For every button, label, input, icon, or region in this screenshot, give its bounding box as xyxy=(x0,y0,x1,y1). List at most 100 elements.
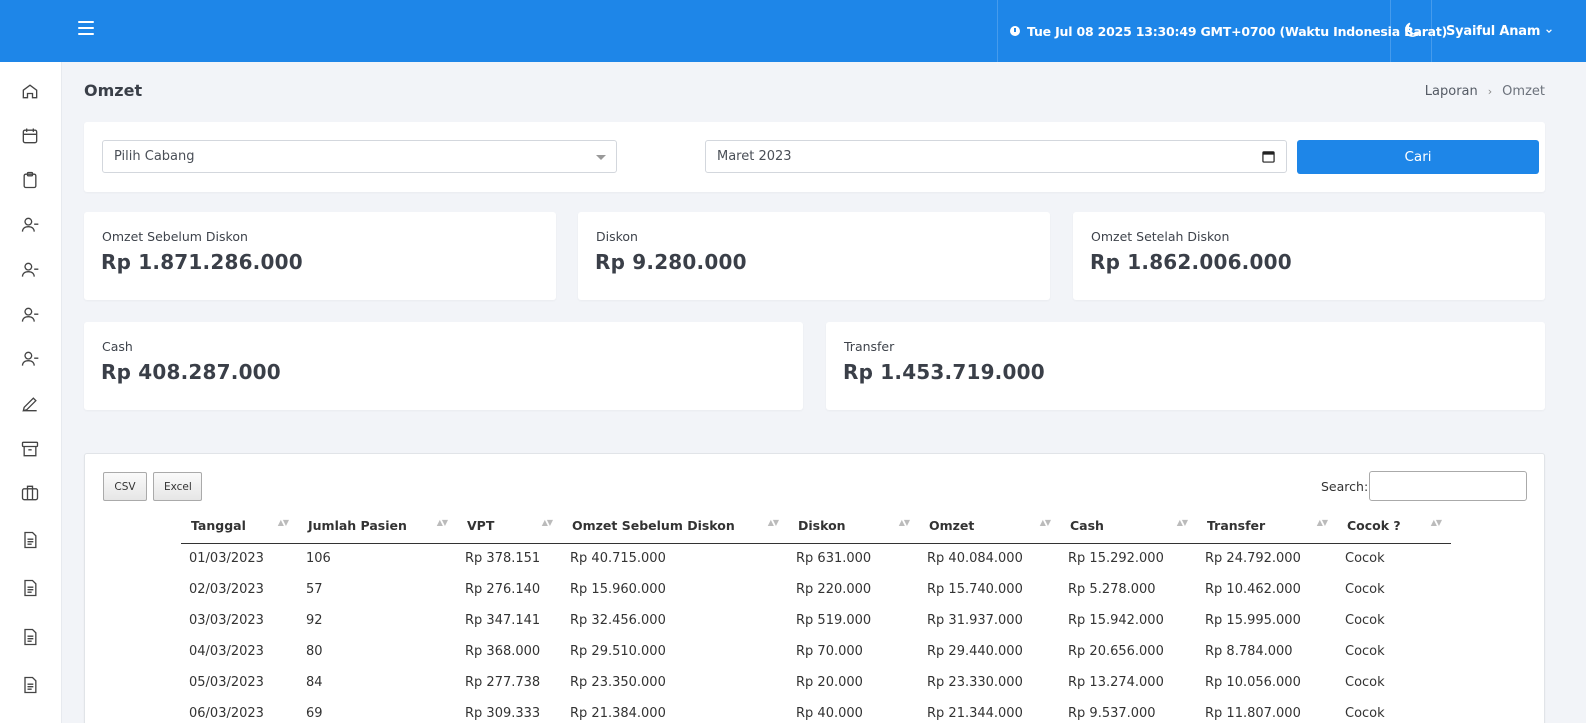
stat-value: Rp 1.453.719.000 xyxy=(843,360,1045,384)
cell-transfer: Rp 24.792.000 xyxy=(1205,551,1301,567)
stat-card-omzet-sebelum-diskon: Omzet Sebelum Diskon Rp 1.871.286.000 xyxy=(84,212,556,300)
cell-diskon: Rp 220.000 xyxy=(796,582,872,597)
archive-icon[interactable] xyxy=(20,439,40,459)
current-datetime: Tue Jul 08 2025 13:30:49 GMT+0700 (Waktu… xyxy=(1010,0,1447,62)
sort-icon: ▲▼ xyxy=(1316,518,1328,527)
navbar-divider xyxy=(1390,0,1391,62)
user-menu[interactable]: Syaiful Anam xyxy=(1446,0,1553,62)
column-header-tanggal[interactable]: Tanggal ▲▼ xyxy=(181,512,298,544)
pencil-icon[interactable] xyxy=(20,394,40,414)
column-header-omzet[interactable]: Omzet ▲▼ xyxy=(919,512,1060,544)
document-icon[interactable] xyxy=(20,530,40,550)
cell-vpt: Rp 347.141 xyxy=(465,613,541,628)
column-label: VPT xyxy=(467,518,495,533)
sort-icon: ▲▼ xyxy=(277,518,289,527)
cell-jumlah-pasien: 69 xyxy=(306,706,323,721)
cell-cash: Rp 9.537.000 xyxy=(1068,706,1156,721)
stat-card-omzet-setelah-diskon: Omzet Setelah Diskon Rp 1.862.006.000 xyxy=(1073,212,1545,300)
cell-omzet: Rp 31.937.000 xyxy=(927,613,1023,628)
chevron-down-icon xyxy=(1546,29,1553,34)
navbar-divider xyxy=(1431,0,1432,62)
cell-jumlah-pasien: 57 xyxy=(306,582,323,597)
branch-select[interactable]: Pilih Cabang xyxy=(102,140,617,173)
clipboard-icon[interactable] xyxy=(20,170,40,190)
column-header-omzet-sebelum-diskon[interactable]: Omzet Sebelum Diskon ▲▼ xyxy=(562,512,788,544)
cell-cocok: Cocok xyxy=(1345,644,1385,659)
stat-value: Rp 408.287.000 xyxy=(101,360,281,384)
column-label: Tanggal xyxy=(191,518,246,533)
cell-cocok: Cocok xyxy=(1345,706,1385,721)
column-header-cash[interactable]: Cash ▲▼ xyxy=(1060,512,1197,544)
user-minus-icon[interactable] xyxy=(20,305,40,325)
table-row: 03/03/2023 92 Rp 347.141 Rp 32.456.000 Rp 51… xyxy=(181,606,1451,637)
column-header-cocok[interactable]: Cocok ? ▲▼ xyxy=(1337,512,1451,544)
user-minus-icon[interactable] xyxy=(20,349,40,369)
branch-select-placeholder: Pilih Cabang xyxy=(114,149,195,164)
table-body: 01/03/2023 106 Rp 378.151 Rp 40.715.000 Rp 6… xyxy=(181,544,1451,723)
cell-tanggal: 01/03/2023 xyxy=(189,551,264,567)
export-excel-button[interactable]: Excel xyxy=(153,472,202,501)
cell-vpt: Rp 309.333 xyxy=(465,706,541,721)
column-label: Diskon xyxy=(798,518,846,533)
cell-cash: Rp 15.292.000 xyxy=(1068,551,1164,567)
stat-label: Transfer xyxy=(844,339,895,354)
sort-icon: ▲▼ xyxy=(1039,518,1051,527)
document-icon[interactable] xyxy=(20,578,40,598)
user-name: Syaiful Anam xyxy=(1446,23,1541,39)
table-header-row: Tanggal ▲▼ Jumlah Pasien ▲▼ VPT ▲▼ Omzet Se… xyxy=(181,512,1451,544)
cell-diskon: Rp 631.000 xyxy=(796,551,872,567)
stat-label: Omzet Setelah Diskon xyxy=(1091,229,1230,244)
stat-card-cash: Cash Rp 408.287.000 xyxy=(84,322,803,410)
cell-omzet-sebelum-diskon: Rp 40.715.000 xyxy=(570,551,666,567)
cell-tanggal: 04/03/2023 xyxy=(189,644,264,659)
cell-tanggal: 02/03/2023 xyxy=(189,582,264,597)
cell-omzet-sebelum-diskon: Rp 15.960.000 xyxy=(570,582,666,597)
search-label: Search: xyxy=(1321,479,1369,494)
cell-transfer: Rp 10.462.000 xyxy=(1205,582,1301,597)
cell-diskon: Rp 40.000 xyxy=(796,706,863,721)
cell-tanggal: 05/03/2023 xyxy=(189,675,264,690)
cell-omzet-sebelum-diskon: Rp 23.350.000 xyxy=(570,675,666,690)
navbar-divider xyxy=(997,0,998,62)
sort-icon: ▲▼ xyxy=(767,518,779,527)
column-label: Jumlah Pasien xyxy=(308,518,407,533)
document-icon[interactable] xyxy=(20,627,40,647)
table-row: 06/03/2023 69 Rp 309.333 Rp 21.384.000 Rp 40… xyxy=(181,699,1451,723)
breadcrumb-separator-icon: › xyxy=(1487,85,1493,98)
calendar-icon[interactable] xyxy=(20,126,40,146)
briefcase-icon[interactable] xyxy=(20,483,40,503)
stat-card-diskon: Diskon Rp 9.280.000 xyxy=(578,212,1050,300)
column-header-jumlah-pasien[interactable]: Jumlah Pasien ▲▼ xyxy=(298,512,457,544)
search-button[interactable]: Cari xyxy=(1297,140,1539,174)
sort-icon: ▲▼ xyxy=(436,518,448,527)
sort-icon: ▲▼ xyxy=(1176,518,1188,527)
table-search-input[interactable] xyxy=(1369,471,1527,501)
cell-tanggal: 06/03/2023 xyxy=(189,706,264,721)
column-header-diskon[interactable]: Diskon ▲▼ xyxy=(788,512,919,544)
cell-cash: Rp 13.274.000 xyxy=(1068,675,1164,690)
user-minus-icon[interactable] xyxy=(20,260,40,280)
column-label: Cocok ? xyxy=(1347,518,1401,533)
column-header-transfer[interactable]: Transfer ▲▼ xyxy=(1197,512,1337,544)
home-icon[interactable] xyxy=(20,81,40,101)
breadcrumb-item-laporan[interactable]: Laporan xyxy=(1425,84,1478,99)
document-icon[interactable] xyxy=(20,675,40,695)
cell-vpt: Rp 277.738 xyxy=(465,675,541,690)
table-row: 05/03/2023 84 Rp 277.738 Rp 23.350.000 Rp 20… xyxy=(181,668,1451,699)
calendar-picker-icon[interactable] xyxy=(1262,150,1275,163)
column-header-vpt[interactable]: VPT ▲▼ xyxy=(457,512,562,544)
user-minus-icon[interactable] xyxy=(20,215,40,235)
menu-toggle-icon[interactable] xyxy=(78,21,94,35)
cell-jumlah-pasien: 80 xyxy=(306,644,323,659)
stat-label: Diskon xyxy=(596,229,638,244)
month-input[interactable]: Maret 2023 xyxy=(705,140,1287,173)
cell-omzet: Rp 23.330.000 xyxy=(927,675,1023,690)
export-csv-button[interactable]: CSV xyxy=(103,472,147,501)
cell-cash: Rp 20.656.000 xyxy=(1068,644,1164,659)
cell-diskon: Rp 519.000 xyxy=(796,613,872,628)
cell-jumlah-pasien: 84 xyxy=(306,675,323,690)
cell-transfer: Rp 8.784.000 xyxy=(1205,644,1293,659)
dark-mode-toggle-icon[interactable] xyxy=(1402,20,1422,40)
cell-cocok: Cocok xyxy=(1345,613,1385,628)
sort-icon: ▲▼ xyxy=(898,518,910,527)
